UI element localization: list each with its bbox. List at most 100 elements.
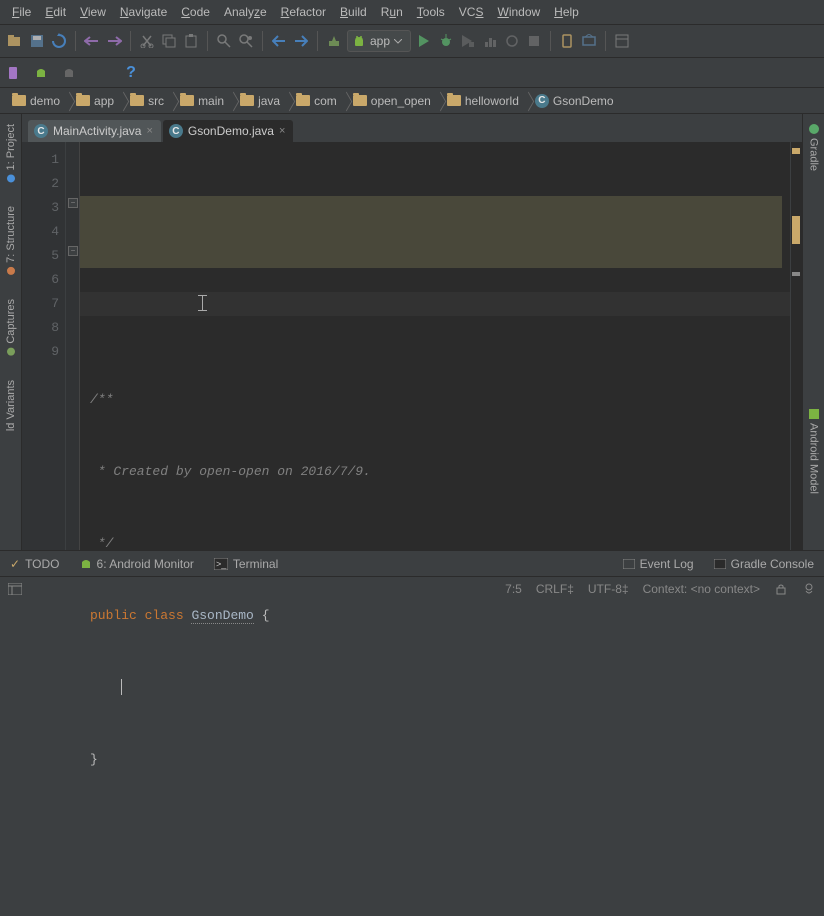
separator [75,31,76,51]
menu-file[interactable]: File [6,3,37,21]
android-dark-icon[interactable] [62,66,76,80]
menu-edit[interactable]: Edit [39,3,72,21]
back-icon[interactable] [270,32,288,50]
menu-run[interactable]: Run [375,3,409,21]
menu-navigate[interactable]: Navigate [114,3,173,21]
breadcrumb-item[interactable]: demo [6,93,70,109]
separator [207,31,208,51]
close-tab-icon[interactable]: × [146,125,152,137]
copy-icon[interactable] [160,32,178,50]
device-icon[interactable] [6,66,20,80]
error-stripe[interactable] [790,142,802,550]
code-editor[interactable]: 123 456 789 − − package com.open_open.he… [22,142,802,550]
tool-project[interactable]: 1: Project [3,118,19,188]
menu-code[interactable]: Code [175,3,216,21]
separator [550,31,551,51]
main-toolbar: app [0,24,824,58]
breadcrumb-item[interactable]: app [70,93,124,109]
tool-gradle[interactable]: Gradle [806,118,822,177]
replace-icon[interactable] [237,32,255,50]
marker[interactable] [792,272,800,276]
cut-icon[interactable] [138,32,156,50]
breadcrumb-item[interactable]: src [124,93,174,109]
help-icon[interactable]: ? [124,66,138,80]
make-icon[interactable] [325,32,343,50]
fold-toggle-icon[interactable]: − [68,246,78,256]
open-icon[interactable] [6,32,24,50]
warning-marker[interactable] [792,148,800,154]
menu-build[interactable]: Build [334,3,373,21]
menu-view[interactable]: View [74,3,112,21]
hector-icon[interactable] [802,582,816,596]
main-content: 1: Project 7: Structure Captures ld Vari… [0,114,824,550]
class-icon: C [34,124,48,138]
folder-icon [447,95,461,106]
forward-icon[interactable] [292,32,310,50]
right-tool-strip: Gradle Android Model [802,114,824,550]
folder-icon [353,95,367,106]
breadcrumb-item[interactable]: helloworld [441,93,529,109]
ibeam-cursor-icon [198,295,207,311]
secondary-toolbar: ? [0,58,824,88]
menu-vcs[interactable]: VCS [453,3,490,21]
fold-toggle-icon[interactable]: − [68,198,78,208]
folder-icon [240,95,254,106]
redo-icon[interactable] [105,32,123,50]
sync-icon[interactable] [50,32,68,50]
comment-highlight [80,196,782,268]
navigation-bar: demo app src main java com open_open hel… [0,88,824,114]
editor-tab[interactable]: C MainActivity.java × [28,120,161,142]
android-icon [352,34,366,48]
menu-refactor[interactable]: Refactor [275,3,332,21]
run-icon[interactable] [415,32,433,50]
run-config-label: app [370,34,390,48]
breadcrumb-item[interactable]: open_open [347,93,441,109]
class-icon: C [169,124,183,138]
chevron-down-icon [394,39,402,44]
menu-window[interactable]: Window [491,3,546,21]
coverage-icon[interactable] [459,32,477,50]
left-tool-strip: 1: Project 7: Structure Captures ld Vari… [0,114,22,550]
class-icon: C [535,94,549,108]
folder-icon [130,95,144,106]
fold-gutter: − − [66,142,80,550]
save-icon[interactable] [28,32,46,50]
editor-tabs: C MainActivity.java × C GsonDemo.java × [22,114,802,142]
folder-icon [76,95,90,106]
breadcrumb-item[interactable]: CGsonDemo [529,93,624,109]
run-configuration-selector[interactable]: app [347,30,411,52]
sdk-manager-icon[interactable] [580,32,598,50]
breadcrumb-item[interactable]: main [174,93,234,109]
warning-marker[interactable] [792,216,800,244]
debug-icon[interactable] [437,32,455,50]
find-icon[interactable] [215,32,233,50]
breadcrumb-item[interactable]: java [234,93,290,109]
stop-icon[interactable] [525,32,543,50]
tool-windows-icon[interactable] [8,582,22,596]
android-small-icon[interactable] [34,66,48,80]
menu-analyze[interactable]: Analyze [218,3,273,21]
menu-tools[interactable]: Tools [411,3,451,21]
menu-help[interactable]: Help [548,3,585,21]
paste-icon[interactable] [182,32,200,50]
tool-structure[interactable]: 7: Structure [3,200,19,281]
attach-debugger-icon[interactable] [503,32,521,50]
breadcrumb-item[interactable]: com [290,93,347,109]
code-text[interactable]: package com.open_open.helloworld; /** * … [80,142,790,550]
editor-tab[interactable]: C GsonDemo.java × [163,120,293,142]
separator [130,31,131,51]
undo-icon[interactable] [83,32,101,50]
project-structure-icon[interactable] [613,32,631,50]
tool-build-variants[interactable]: ld Variants [3,374,19,437]
tool-todo[interactable]: ✓TODO [10,557,60,571]
close-tab-icon[interactable]: × [279,125,285,137]
profile-icon[interactable] [481,32,499,50]
menu-bar: File Edit View Navigate Code Analyze Ref… [0,0,824,24]
folder-icon [12,95,26,106]
tool-captures[interactable]: Captures [3,293,19,362]
text-caret [121,679,122,695]
avd-manager-icon[interactable] [558,32,576,50]
separator [262,31,263,51]
separator [317,31,318,51]
tool-android-model[interactable]: Android Model [806,403,822,500]
